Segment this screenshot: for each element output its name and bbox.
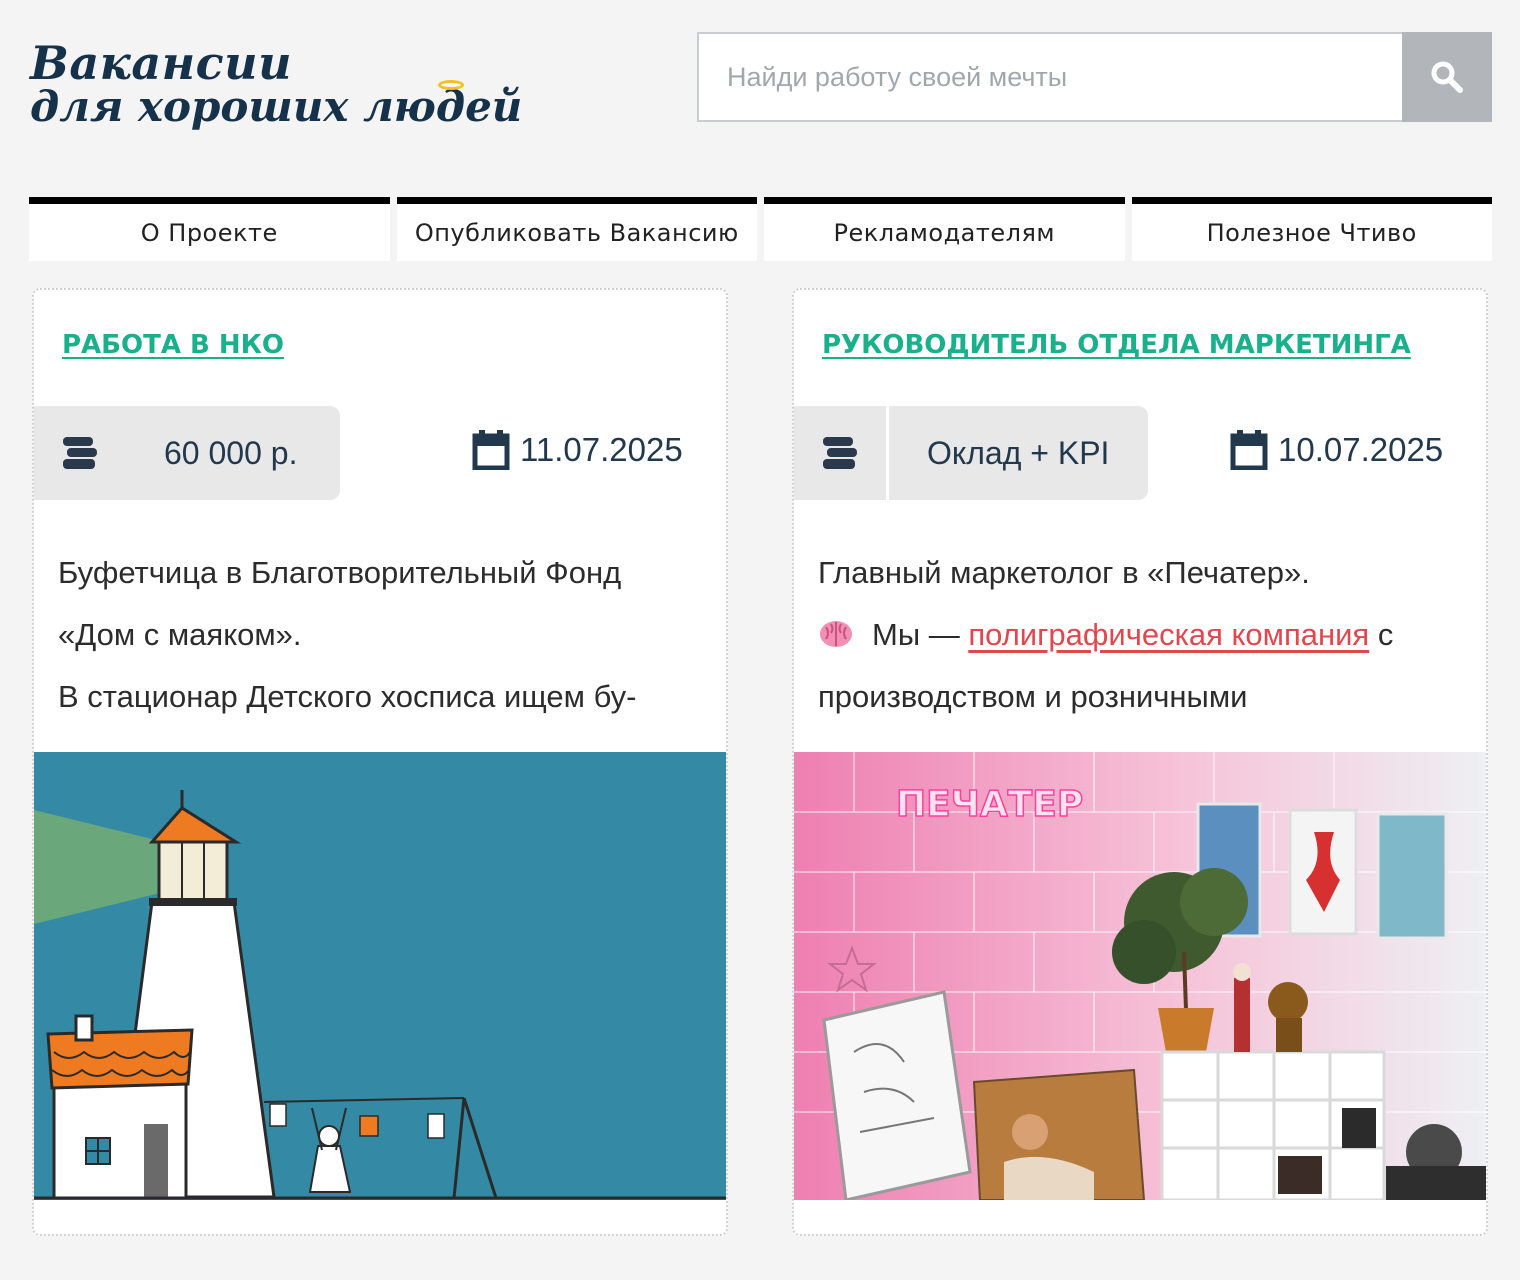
nav-item-about[interactable]: О Проекте	[29, 197, 390, 261]
search-bar	[697, 32, 1492, 122]
coins-icon	[34, 406, 126, 500]
publish-date: 10.07.2025	[1230, 430, 1443, 470]
description-line: Буфетчица в Благотворительный Фонд	[58, 555, 622, 590]
coins-icon	[794, 406, 886, 500]
description-line: В стационар Детского хосписа ищем бу-	[58, 679, 637, 714]
vacancy-description: Буфетчица в Благотворительный Фонд «Дом …	[58, 542, 702, 728]
salary-badge: 60 000 р.	[34, 406, 340, 500]
salary-badge: Оклад + KPI	[794, 406, 1148, 500]
vacancy-card[interactable]: РУКОВОДИТЕЛЬ ОТДЕЛА МАРКЕТИНГА Оклад + K…	[792, 288, 1488, 1236]
search-button[interactable]	[1402, 32, 1492, 122]
calendar-icon	[472, 430, 510, 470]
description-line: Главный маркетолог в «Печатер».	[818, 555, 1310, 590]
halo-icon	[438, 80, 464, 90]
description-line: «Дом с маяком».	[58, 617, 302, 652]
search-icon	[1431, 61, 1463, 93]
description-line: Мы — полиграфическая компания с	[818, 604, 1462, 666]
neon-sign: ПЕЧАТЕР	[896, 784, 1083, 825]
vacancy-card[interactable]: РАБОТА В НКО 60 000 р. 11.07.2025 Буфетч…	[32, 288, 728, 1236]
category-link[interactable]: РУКОВОДИТЕЛЬ ОТДЕЛА МАРКЕТИНГА	[822, 330, 1411, 360]
nav-item-reading[interactable]: Полезное Чтиво	[1131, 197, 1492, 261]
date-value: 10.07.2025	[1278, 431, 1444, 468]
nav-item-publish[interactable]: Опубликовать Вакансию	[396, 197, 757, 261]
office-photo[interactable]: ПЕЧАТЕР	[794, 752, 1486, 1200]
category-link[interactable]: РАБОТА В НКО	[62, 330, 284, 360]
salary-value: Оклад + KPI	[886, 406, 1145, 500]
lighthouse-illustration[interactable]	[34, 752, 726, 1200]
description-text: Мы —	[872, 617, 969, 652]
company-link[interactable]: полиграфическая компания	[968, 617, 1369, 652]
vacancy-description: Главный маркетолог в «Печатер». Мы — пол…	[818, 542, 1462, 728]
nav-item-advertisers[interactable]: Рекламодателям	[764, 197, 1125, 261]
description-text: с	[1369, 617, 1394, 652]
site-logo[interactable]: Вакансии для хороших людей	[30, 36, 522, 146]
date-value: 11.07.2025	[520, 431, 683, 468]
publish-date: 11.07.2025	[472, 430, 683, 470]
description-line: производством и розничными	[818, 679, 1248, 714]
brain-icon	[820, 621, 852, 647]
main-nav: О Проекте Опубликовать Вакансию Рекламод…	[29, 197, 1492, 261]
search-input[interactable]	[697, 32, 1402, 122]
calendar-icon	[1230, 430, 1268, 470]
salary-value: 60 000 р.	[164, 434, 298, 471]
